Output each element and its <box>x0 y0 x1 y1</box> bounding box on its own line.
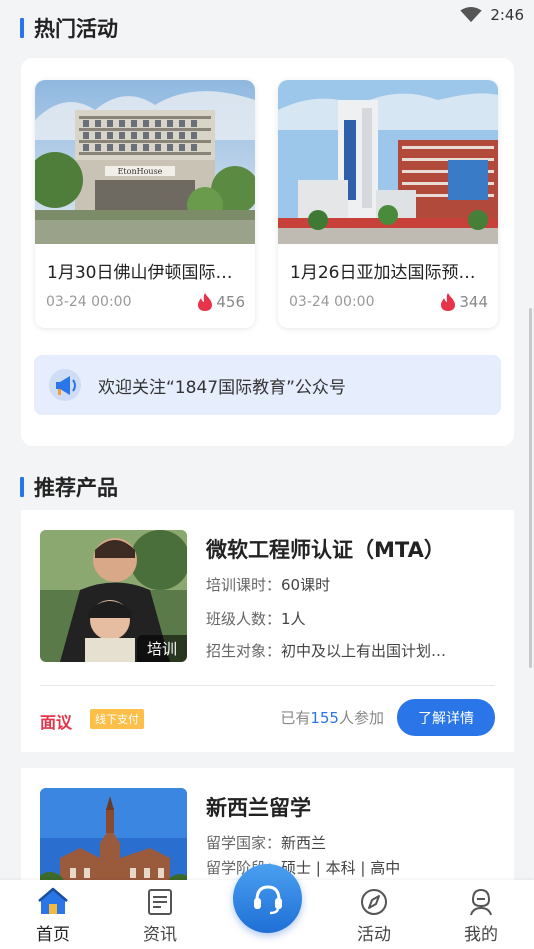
heading-accent-bar <box>20 477 24 497</box>
hot-activities-card: EtonHouse 1月30日佛山伊顿国际… 03-24 00:00 456 1… <box>21 58 514 446</box>
activity-image-sign: EtonHouse <box>118 167 163 176</box>
product-info-row: 培训课时：60课时 <box>206 576 331 594</box>
activity-heat-count: 456 <box>216 293 245 311</box>
heading-accent-bar <box>20 18 24 38</box>
learn-more-button[interactable]: 了解详情 <box>397 699 495 736</box>
wifi-icon <box>460 7 482 23</box>
home-icon <box>38 887 68 914</box>
compass-icon <box>361 889 387 915</box>
headset-icon <box>253 884 282 914</box>
scrollbar[interactable] <box>529 308 532 668</box>
product-card[interactable]: 培训 微软工程师认证（MTA） 培训课时：60课时 班级人数：1人 招生对象：初… <box>21 510 514 752</box>
recommended-heading: 推荐产品 <box>20 472 118 502</box>
megaphone-icon <box>49 369 81 401</box>
tab-news[interactable]: 资讯 <box>125 886 195 945</box>
product-name: 微软工程师认证（MTA） <box>206 538 445 562</box>
status-bar: 2:46 <box>460 4 524 26</box>
activity-card[interactable]: 1月26日亚加达国际预… 03-24 00:00 344 <box>278 80 498 328</box>
activity-title: 1月26日亚加达国际预… <box>290 263 476 283</box>
product-price: 面议 <box>40 713 73 732</box>
tab-label: 我的 <box>464 925 498 945</box>
product-info-row: 留学阶段：硕士 | 本科 | 高中 <box>206 859 401 877</box>
product-info-row: 招生对象：初中及以上有出国计划… <box>206 642 447 660</box>
activity-time: 03-24 00:00 <box>46 294 132 310</box>
activity-heat: 344 <box>441 293 488 311</box>
tab-home[interactable]: 首页 <box>18 886 88 945</box>
payment-badge: 线下支付 <box>90 709 144 729</box>
activity-image <box>278 80 498 244</box>
tab-label: 资讯 <box>143 925 177 945</box>
profile-icon <box>470 888 492 916</box>
tab-label: 活动 <box>357 925 391 945</box>
activity-heat: 456 <box>198 293 245 311</box>
participant-count: 已有155人参加 <box>280 709 384 727</box>
news-icon <box>148 889 172 915</box>
activity-card[interactable]: EtonHouse 1月30日佛山伊顿国际… 03-24 00:00 456 <box>35 80 255 328</box>
activity-title: 1月30日佛山伊顿国际… <box>47 263 233 283</box>
activity-heat-count: 344 <box>459 293 488 311</box>
product-info-row: 留学国家：新西兰 <box>206 834 327 852</box>
tab-profile[interactable]: 我的 <box>446 886 516 945</box>
notice-banner[interactable]: 欢迎关注“1847国际教育”公众号 <box>34 355 501 415</box>
hot-activities-heading: 热门活动 <box>20 13 118 43</box>
activity-time: 03-24 00:00 <box>289 294 375 310</box>
tab-activity[interactable]: 活动 <box>339 886 409 945</box>
recommended-title: 推荐产品 <box>34 476 118 500</box>
product-category-tag: 培训 <box>136 635 187 662</box>
product-image: 培训 <box>40 530 187 662</box>
product-name: 新西兰留学 <box>206 796 311 820</box>
notice-text: 欢迎关注“1847国际教育”公众号 <box>98 377 346 398</box>
tab-label: 首页 <box>36 925 70 945</box>
product-info-row: 班级人数：1人 <box>206 610 306 628</box>
flame-icon <box>198 293 213 311</box>
divider <box>40 685 495 686</box>
customer-service-button[interactable] <box>233 864 302 933</box>
status-time: 2:46 <box>490 6 524 24</box>
flame-icon <box>441 293 456 311</box>
activity-image: EtonHouse <box>35 80 255 244</box>
hot-activities-title: 热门活动 <box>34 17 118 41</box>
